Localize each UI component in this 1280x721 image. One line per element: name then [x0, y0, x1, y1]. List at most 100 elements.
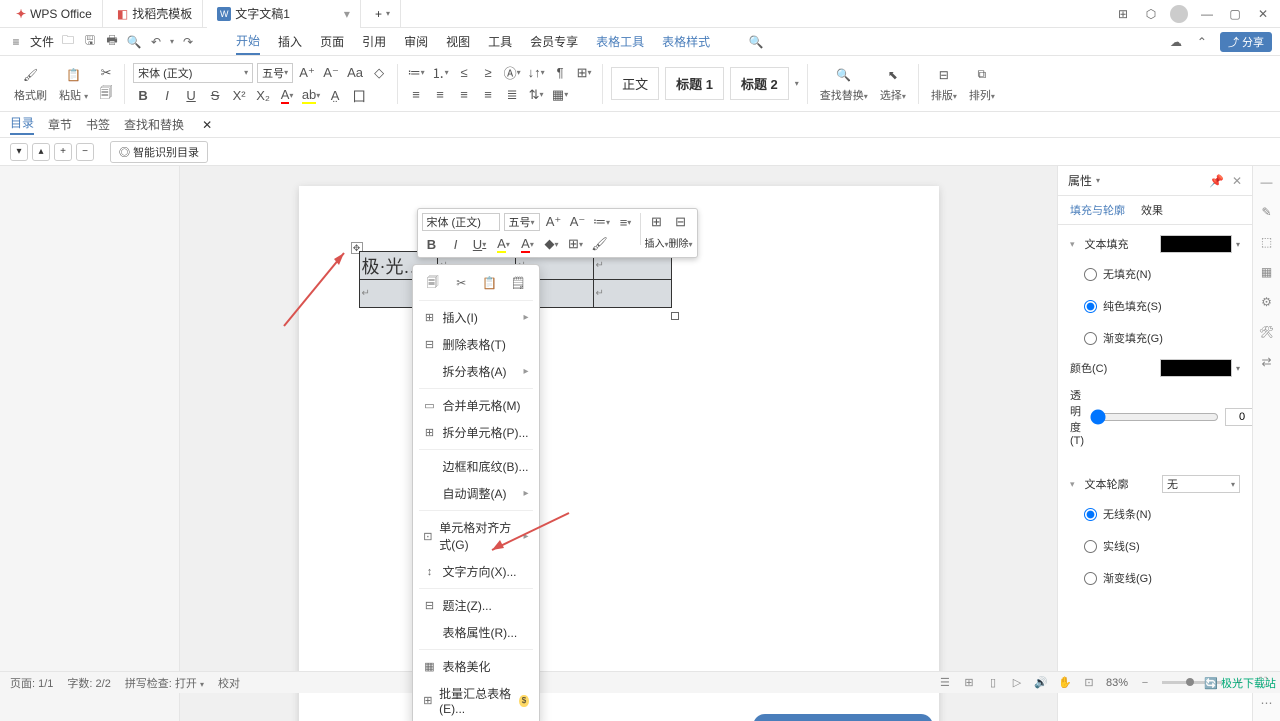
cut-icon[interactable]: ✂ [96, 64, 116, 82]
arrange-group[interactable]: ⊟ 排版▾ [927, 65, 961, 103]
properties-chevron-icon[interactable]: ▾ [1096, 176, 1100, 185]
style-heading2[interactable]: 标题 2 [730, 67, 789, 100]
avatar[interactable] [1170, 5, 1188, 23]
tab-start[interactable]: 开始 [236, 28, 260, 55]
status-spell[interactable]: 拼写检查: 打开 ▾ [125, 675, 204, 691]
change-case-icon[interactable]: Aa [345, 64, 365, 82]
ctx-text-direction[interactable]: ↕文字方向(X)... [413, 558, 539, 585]
ctx-border-shading[interactable]: 边框和底纹(B)... [413, 453, 539, 480]
radio-solid-fill[interactable]: 纯色填充(S) [1070, 295, 1240, 317]
mini-increase-icon[interactable]: A⁺ [544, 213, 564, 231]
search-icon[interactable]: 🔍 [748, 34, 764, 50]
fill-swatch[interactable] [1160, 235, 1232, 253]
style-more-icon[interactable]: ▾ [795, 79, 799, 88]
increase-font-icon[interactable]: A⁺ [297, 64, 317, 82]
align-left-icon[interactable]: ≡ [406, 86, 426, 104]
shading-icon[interactable]: ▦▾ [550, 86, 570, 104]
mini-brush-icon[interactable]: 🖌 [590, 235, 610, 253]
number-list-icon[interactable]: ⒈▾ [430, 64, 450, 82]
pin-icon[interactable]: 📌 [1209, 174, 1224, 188]
sort-icon[interactable]: ↓↑▾ [526, 64, 546, 82]
sb-hand-icon[interactable]: ✋ [1058, 676, 1072, 690]
section-caret-icon[interactable]: ▾ [1070, 239, 1075, 250]
sidebar-arrow-icon[interactable]: ⇄ [1259, 354, 1275, 370]
sidebar-layer-icon[interactable]: ▦ [1259, 264, 1275, 280]
strikethrough-icon[interactable]: S [205, 87, 225, 105]
rp-tab-effect[interactable]: 效果 [1141, 202, 1163, 218]
decrease-indent-icon[interactable]: ≤ [454, 64, 474, 82]
font-color-icon[interactable]: A▾ [277, 87, 297, 105]
sidebar-tools-icon[interactable]: 🛠 [1259, 324, 1275, 340]
status-proof[interactable]: 校对 [218, 675, 240, 691]
font-family-select[interactable]: 宋体 (正文)▾ [133, 63, 253, 83]
show-marks-icon[interactable]: ¶ [550, 64, 570, 82]
ctx-cut-icon[interactable]: ✂ [451, 273, 471, 293]
ctx-paste-special-icon[interactable]: 🗒 [508, 273, 528, 293]
mini-fontcolor-icon[interactable]: A▾ [518, 235, 538, 253]
new-tab-button[interactable]: + ▾ [365, 0, 401, 28]
menu-icon[interactable]: ≡ [8, 34, 24, 50]
arrange2-group[interactable]: ⧉ 排列▾ [965, 65, 999, 103]
radio-no-line[interactable]: 无线条(N) [1070, 503, 1240, 525]
ctx-insert[interactable]: ⊞插入(I)▸ [413, 304, 539, 331]
ctx-cell-align[interactable]: ⊡单元格对齐方式(G)▸ [413, 514, 539, 558]
undo-chevron-icon[interactable]: ▾ [170, 37, 174, 46]
mini-delete-icon[interactable]: ⊟ [671, 213, 691, 231]
color-swatch[interactable] [1160, 359, 1232, 377]
mini-border-icon[interactable]: ⊞▾ [566, 235, 586, 253]
border-icon[interactable]: ⊞▾ [574, 64, 594, 82]
char-border-icon[interactable]: 囗 [349, 87, 369, 105]
tab-tools[interactable]: 工具 [488, 29, 512, 54]
share-button[interactable]: ⤴ 分享 [1220, 32, 1272, 52]
ctx-split-table[interactable]: 拆分表格(A)▸ [413, 358, 539, 385]
align-center-icon[interactable]: ≡ [430, 86, 450, 104]
layout-icon[interactable]: ⊞ [1114, 5, 1132, 23]
sidebar-minus-icon[interactable]: — [1259, 174, 1275, 190]
zoom-out-icon[interactable]: − [1138, 676, 1152, 690]
canvas-area[interactable]: ✥ 极·光… ↵ ↵ ↵ ↵ ↵ ↵ ↵ [180, 166, 1057, 721]
nav-down-icon[interactable]: ▾ [10, 143, 28, 161]
status-words[interactable]: 字数: 2/2 [67, 675, 110, 691]
collapse-ribbon-icon[interactable]: ⌃ [1194, 34, 1210, 50]
mini-insert-icon[interactable]: ⊞ [647, 213, 667, 231]
subscript-icon[interactable]: X₂ [253, 87, 273, 105]
sidebar-pen-icon[interactable]: ✎ [1259, 204, 1275, 220]
ctx-batch-summary[interactable]: ⊞批量汇总表格(E)...$ [413, 680, 539, 721]
tab-page[interactable]: 页面 [320, 29, 344, 54]
copy-icon[interactable]: 🗐 [96, 86, 116, 104]
new-tab-chevron-icon[interactable]: ▾ [386, 9, 390, 18]
cloud-icon[interactable]: ☁ [1168, 34, 1184, 50]
status-zoom[interactable]: 83% [1106, 677, 1128, 689]
ctx-paste-icon[interactable]: 📋 [480, 273, 500, 293]
section-caret2-icon[interactable]: ▾ [1070, 479, 1075, 490]
sectab-close-icon[interactable]: ✕ [202, 118, 212, 132]
tab-table-tools[interactable]: 表格工具 [596, 29, 644, 54]
align-justify-icon[interactable]: ≡ [478, 86, 498, 104]
tab-member[interactable]: 会员专享 [530, 29, 578, 54]
sidebar-settings-icon[interactable]: ⚙ [1259, 294, 1275, 310]
outline-select[interactable]: 无▾ [1162, 475, 1240, 493]
radio-gradient-line[interactable]: 渐变线(G) [1070, 567, 1240, 589]
sidebar-more-icon[interactable]: ⋯ [1259, 695, 1275, 711]
phonetic-icon[interactable]: A̤ [325, 87, 345, 105]
preview-icon[interactable]: 🔍 [126, 34, 142, 50]
sb-book-icon[interactable]: ☰ [938, 676, 952, 690]
open-icon[interactable]: 🗀 [60, 34, 76, 50]
format-brush-group[interactable]: 🖌 格式刷 [10, 65, 51, 103]
style-normal[interactable]: 正文 [611, 67, 659, 100]
ctx-split-cells[interactable]: ⊞拆分单元格(P)... [413, 419, 539, 446]
paste-group[interactable]: 📋 粘贴 ▾ [55, 65, 92, 103]
tab-table-style[interactable]: 表格样式 [662, 29, 710, 54]
mini-underline-icon[interactable]: U▾ [470, 235, 490, 253]
transparency-slider[interactable] [1090, 409, 1219, 425]
app-tab[interactable]: ✦ WPS Office [6, 0, 103, 28]
sectab-findreplace[interactable]: 查找和替换 [124, 116, 184, 133]
cube-icon[interactable]: ⬡ [1142, 5, 1160, 23]
text-effect-icon[interactable]: Ⓐ▾ [502, 64, 522, 82]
table-resize-handle[interactable] [671, 312, 679, 320]
panel-close-icon[interactable]: ✕ [1232, 174, 1242, 188]
template-tab[interactable]: ◧ 找稻壳模板 [107, 0, 203, 28]
print-icon[interactable]: 🖶 [104, 34, 120, 50]
find-replace-group[interactable]: 🔍 查找替换▾ [816, 65, 872, 103]
tab-reference[interactable]: 引用 [362, 29, 386, 54]
